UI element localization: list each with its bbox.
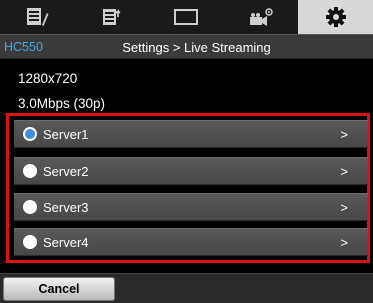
radio-unselected-icon[interactable] bbox=[23, 164, 37, 178]
chevron-right-icon: > bbox=[340, 235, 348, 250]
bitrate-text: 3.0Mbps (30p) bbox=[18, 96, 106, 111]
chevron-right-icon: > bbox=[340, 164, 348, 179]
cancel-button[interactable]: Cancel bbox=[3, 277, 115, 301]
gear-icon bbox=[325, 6, 347, 28]
export-list-icon bbox=[100, 7, 124, 27]
server-item-4[interactable]: Server4 > bbox=[14, 228, 368, 256]
tab-camera-settings[interactable] bbox=[224, 0, 299, 34]
server-item-2[interactable]: Server2 > bbox=[14, 157, 368, 185]
edit-list-icon bbox=[25, 7, 49, 27]
tab-settings[interactable] bbox=[298, 0, 373, 34]
radio-unselected-icon[interactable] bbox=[23, 235, 37, 249]
radio-unselected-icon[interactable] bbox=[23, 200, 37, 214]
chevron-right-icon: > bbox=[340, 200, 348, 215]
top-tab-bar bbox=[0, 0, 373, 34]
server-label: Server4 bbox=[43, 235, 89, 250]
footer-bar: Cancel bbox=[0, 273, 373, 303]
camera-settings-icon bbox=[247, 7, 275, 27]
server-label: Server2 bbox=[43, 164, 89, 179]
server-label: Server3 bbox=[43, 200, 89, 215]
tab-edit-list[interactable] bbox=[0, 0, 75, 34]
radio-selected-icon[interactable] bbox=[23, 127, 37, 141]
server-label: Server1 bbox=[43, 127, 89, 142]
monitor-icon bbox=[173, 8, 199, 26]
server-item-3[interactable]: Server3 > bbox=[14, 193, 368, 221]
breadcrumb: Settings > Live Streaming bbox=[122, 40, 271, 55]
tab-export-list[interactable] bbox=[75, 0, 150, 34]
tab-monitor[interactable] bbox=[149, 0, 224, 34]
resolution-text: 1280x720 bbox=[18, 71, 78, 86]
screen-header: HC550 Settings > Live Streaming bbox=[0, 34, 373, 59]
chevron-right-icon: > bbox=[340, 127, 348, 142]
server-item-1[interactable]: Server1 > bbox=[14, 120, 368, 148]
